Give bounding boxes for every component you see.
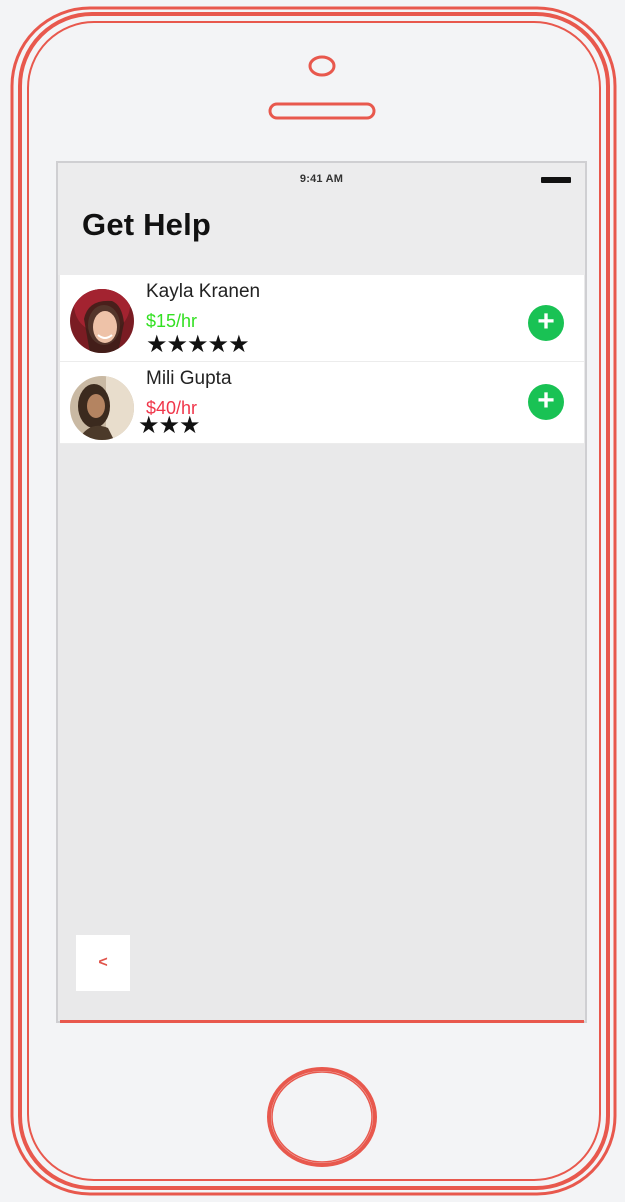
helper-rating-stars: ★★★★★: [146, 331, 250, 358]
status-bar-time: 9:41 AM: [299, 173, 344, 185]
page-title: Get Help: [82, 207, 212, 242]
avatar-photo-kayla: [70, 289, 134, 353]
home-button-icon: [267, 1067, 377, 1167]
plus-icon: +: [537, 304, 555, 338]
helper-list: Kayla Kranen $15/hr ★★★★★ + Mili Gupta $…: [60, 275, 584, 444]
plus-icon: +: [537, 383, 555, 417]
helper-rating-stars: ★★★: [138, 412, 201, 439]
add-helper-button[interactable]: +: [528, 384, 564, 420]
app-screen: 9:41 AM Get Help Kayla Kranen $15/hr ★★★…: [56, 161, 587, 1023]
battery-icon: [541, 177, 571, 183]
helper-rate: $15/hr: [146, 311, 198, 331]
avatar: [70, 376, 134, 440]
helper-name: Kayla Kranen: [146, 281, 261, 302]
helper-row-kayla-kranen[interactable]: Kayla Kranen $15/hr ★★★★★ +: [60, 275, 584, 362]
add-helper-button[interactable]: +: [528, 305, 564, 341]
avatar: [70, 289, 134, 353]
speaker-grille: [268, 102, 376, 120]
camera-icon: [308, 55, 336, 77]
helper-row-mili-gupta[interactable]: Mili Gupta $40/hr ★★★ +: [60, 362, 584, 444]
phone-mockup: 9:41 AM Get Help Kayla Kranen $15/hr ★★★…: [0, 0, 625, 1202]
nav-header: 9:41 AM Get Help: [58, 163, 585, 275]
avatar-photo-mili: [70, 376, 134, 440]
screen-bottom-edge: [60, 1020, 584, 1023]
back-button[interactable]: <: [76, 935, 130, 991]
helper-name: Mili Gupta: [146, 368, 232, 389]
